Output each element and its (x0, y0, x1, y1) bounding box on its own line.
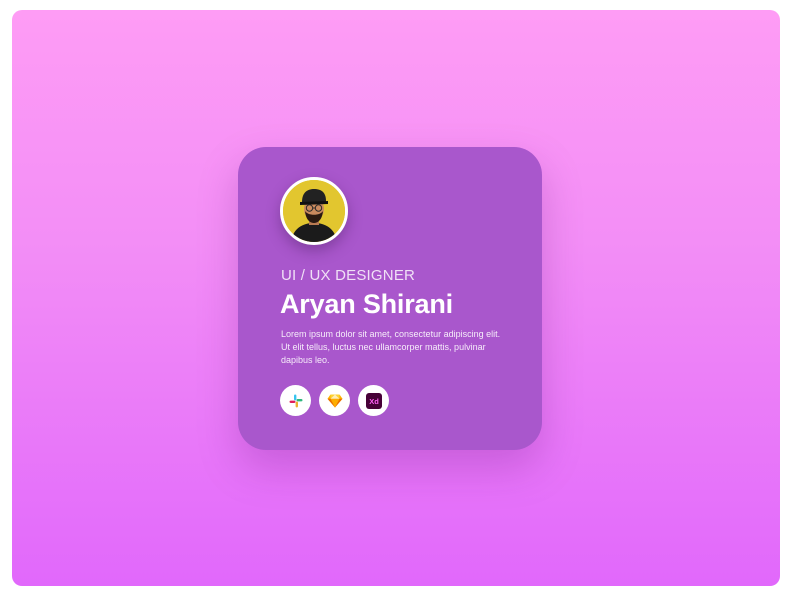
avatar-photo (283, 180, 345, 242)
slack-button[interactable] (280, 385, 311, 416)
adobe-xd-button[interactable]: Xd (358, 385, 389, 416)
sketch-button[interactable] (319, 385, 350, 416)
adobe-xd-icon: Xd (365, 392, 382, 409)
sketch-icon (327, 394, 342, 407)
profile-description: Lorem ipsum dolor sit amet, consectetur … (281, 329, 501, 365)
profile-name: Aryan Shirani (280, 289, 453, 319)
background-canvas: UI / UX DESIGNER Aryan Shirani Lorem ips… (12, 10, 780, 586)
svg-text:Xd: Xd (369, 397, 379, 406)
job-title: UI / UX DESIGNER (281, 267, 416, 284)
profile-card: UI / UX DESIGNER Aryan Shirani Lorem ips… (238, 147, 542, 450)
tool-icons: Xd (280, 385, 389, 416)
slack-icon (289, 394, 302, 407)
avatar (280, 177, 348, 245)
